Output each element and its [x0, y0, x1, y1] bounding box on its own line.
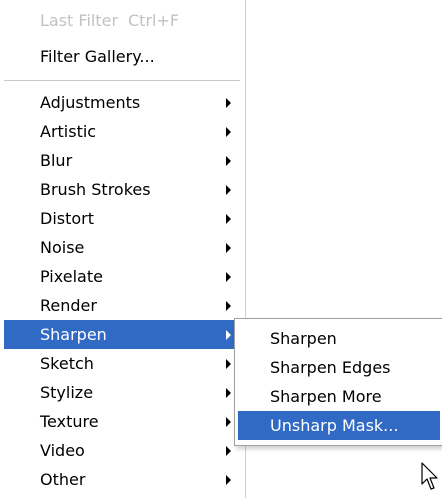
menu-item-label: Brush Strokes: [40, 180, 151, 199]
menu-item-pixelate[interactable]: Pixelate: [4, 262, 240, 291]
sharpen-submenu: Sharpen Sharpen Edges Sharpen More Unsha…: [234, 318, 442, 446]
menu-item-stylize[interactable]: Stylize: [4, 378, 240, 407]
menu-item-label: Noise: [40, 238, 85, 257]
triangle-right-icon: [226, 127, 231, 137]
menu-item-brush-strokes[interactable]: Brush Strokes: [4, 175, 240, 204]
menu-item-label: Sharpen: [40, 325, 107, 344]
menu-item-blur[interactable]: Blur: [4, 146, 240, 175]
menu-item-artistic[interactable]: Artistic: [4, 117, 240, 146]
submenu-item-label: Sharpen: [270, 329, 337, 348]
triangle-right-icon: [226, 475, 231, 485]
triangle-right-icon: [226, 185, 231, 195]
filter-gallery-label: Filter Gallery...: [40, 47, 155, 66]
menu-item-label: Blur: [40, 151, 73, 170]
last-filter-label: Last Filter: [40, 11, 119, 30]
menu-item-label: Video: [40, 441, 85, 460]
menu-item-distort[interactable]: Distort: [4, 204, 240, 233]
menu-item-label: Distort: [40, 209, 95, 228]
filter-menu-screen: Last Filter Ctrl+F Filter Gallery... Adj…: [0, 0, 442, 498]
menu-item-render[interactable]: Render: [4, 291, 240, 320]
filter-menu: Last Filter Ctrl+F Filter Gallery... Adj…: [0, 0, 246, 498]
triangle-right-icon: [226, 214, 231, 224]
menu-item-last-filter: Last Filter Ctrl+F: [4, 6, 240, 35]
triangle-right-icon: [226, 359, 231, 369]
triangle-right-icon: [226, 417, 231, 427]
menu-item-label: Artistic: [40, 122, 97, 141]
menu-item-sharpen[interactable]: Sharpen: [4, 320, 240, 349]
menu-item-noise[interactable]: Noise: [4, 233, 240, 262]
submenu-item-label: Sharpen Edges: [270, 358, 391, 377]
triangle-right-icon: [226, 301, 231, 311]
menu-item-filter-gallery[interactable]: Filter Gallery...: [4, 42, 240, 71]
menu-item-adjustments[interactable]: Adjustments: [4, 88, 240, 117]
triangle-right-icon: [226, 98, 231, 108]
triangle-right-icon: [226, 156, 231, 166]
submenu-item-label: Unsharp Mask...: [270, 416, 399, 435]
triangle-right-icon: [226, 330, 231, 340]
arrow-pointer-icon: [421, 462, 438, 490]
menu-item-texture[interactable]: Texture: [4, 407, 240, 436]
menu-item-label: Sketch: [40, 354, 94, 373]
triangle-right-icon: [226, 388, 231, 398]
submenu-item-sharpen-more[interactable]: Sharpen More: [238, 382, 440, 411]
menu-separator: [4, 80, 240, 82]
menu-item-other[interactable]: Other: [4, 465, 240, 494]
menu-item-label: Adjustments: [40, 93, 141, 112]
triangle-right-icon: [226, 243, 231, 253]
last-filter-shortcut: Ctrl+F: [128, 11, 180, 30]
submenu-item-sharpen[interactable]: Sharpen: [238, 324, 440, 353]
menu-item-sketch[interactable]: Sketch: [4, 349, 240, 378]
menu-item-label: Stylize: [40, 383, 94, 402]
triangle-right-icon: [226, 272, 231, 282]
submenu-item-unsharp-mask[interactable]: Unsharp Mask...: [238, 411, 440, 440]
menu-item-label: Texture: [40, 412, 99, 431]
menu-item-label: Render: [40, 296, 97, 315]
submenu-item-sharpen-edges[interactable]: Sharpen Edges: [238, 353, 440, 382]
triangle-right-icon: [226, 446, 231, 456]
menu-item-video[interactable]: Video: [4, 436, 240, 465]
submenu-item-label: Sharpen More: [270, 387, 382, 406]
menu-item-label: Other: [40, 470, 86, 489]
menu-item-label: Pixelate: [40, 267, 103, 286]
